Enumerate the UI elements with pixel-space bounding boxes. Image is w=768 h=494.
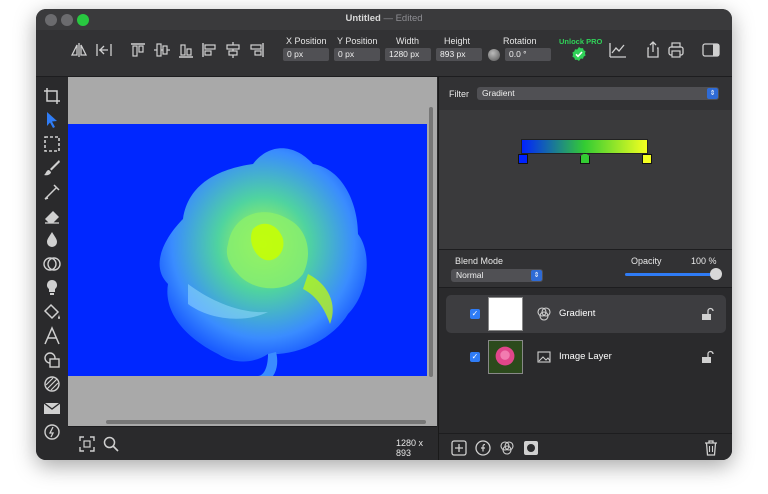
image-dimensions: 1280 x 893 bbox=[396, 438, 424, 458]
inspector-panel: Filter Gradient ⇕ Blend Mode Normal ⇕ Op… bbox=[438, 77, 732, 460]
chevron-updown-icon: ⇕ bbox=[531, 270, 542, 281]
rotation-knob[interactable] bbox=[488, 49, 500, 61]
clone-tool-icon[interactable] bbox=[42, 254, 62, 274]
gradient-stop-blue[interactable] bbox=[518, 154, 528, 164]
unlocked-padlock-icon[interactable] bbox=[700, 350, 714, 364]
tools-panel bbox=[36, 77, 68, 460]
filter-select[interactable]: Gradient ⇕ bbox=[477, 87, 719, 100]
filter-label: Filter bbox=[449, 89, 469, 99]
add-mask-icon[interactable] bbox=[523, 440, 539, 456]
layer-row-image[interactable]: ✓ Image Layer bbox=[446, 338, 726, 376]
blend-panel: Blend Mode Normal ⇕ Opacity 100 % bbox=[439, 250, 732, 288]
edited-image bbox=[68, 124, 427, 376]
flip-vertical-icon[interactable] bbox=[94, 40, 114, 60]
height-label: Height bbox=[444, 36, 471, 46]
opacity-label: Opacity bbox=[631, 256, 662, 266]
eraser-tool-icon[interactable] bbox=[42, 206, 62, 226]
gradient-editor bbox=[439, 110, 732, 250]
layer-thumbnail bbox=[488, 297, 523, 331]
canvas-status-bar: 1280 x 893 bbox=[68, 426, 458, 460]
sidebar-toggle-icon[interactable] bbox=[701, 40, 721, 60]
histogram-chart-icon[interactable] bbox=[608, 40, 628, 60]
align-left-icon[interactable] bbox=[199, 40, 219, 60]
chevron-updown-icon: ⇕ bbox=[707, 88, 718, 99]
filter-layer-icon bbox=[537, 307, 551, 321]
unlock-pro-badge-icon[interactable] bbox=[571, 46, 587, 62]
crop-tool-icon[interactable] bbox=[42, 86, 62, 106]
layer-name: Gradient bbox=[559, 308, 596, 319]
opacity-slider-knob[interactable] bbox=[710, 268, 722, 280]
fit-to-screen-icon[interactable] bbox=[78, 435, 96, 453]
share-icon[interactable] bbox=[643, 40, 663, 60]
filter-header: Filter Gradient ⇕ bbox=[439, 77, 732, 110]
unlock-pro-label[interactable]: Unlock PRO bbox=[559, 37, 602, 46]
gradient-stop-yellow[interactable] bbox=[642, 154, 652, 164]
blend-mode-select[interactable]: Normal ⇕ bbox=[451, 269, 543, 282]
width-label: Width bbox=[396, 36, 420, 46]
align-right-icon[interactable] bbox=[247, 40, 267, 60]
pen-tool-icon[interactable] bbox=[42, 182, 62, 202]
zoom-magnifier-icon[interactable] bbox=[102, 435, 120, 453]
window-title: Untitled — Edited bbox=[36, 13, 732, 24]
select-arrow-tool-icon[interactable] bbox=[42, 110, 62, 130]
add-filter-icon[interactable] bbox=[475, 440, 491, 456]
layer-visibility-checkbox[interactable]: ✓ bbox=[470, 309, 480, 319]
layers-list: ✓ Gradient ✓ Image Layer bbox=[439, 288, 732, 433]
layer-name: Image Layer bbox=[559, 351, 612, 362]
height-field[interactable]: 893 px bbox=[436, 48, 482, 61]
x-position-field[interactable]: 0 px bbox=[283, 48, 329, 61]
unlocked-padlock-icon[interactable] bbox=[700, 307, 714, 321]
layer-visibility-checkbox[interactable]: ✓ bbox=[470, 352, 480, 362]
align-bottom-icon[interactable] bbox=[176, 40, 196, 60]
gradient-bar[interactable] bbox=[521, 139, 648, 154]
toolbar: X Position 0 px Y Position 0 px Width 12… bbox=[36, 30, 732, 77]
opacity-value: 100 % bbox=[691, 256, 717, 266]
layers-toolbar bbox=[439, 433, 732, 460]
window-title-text: Untitled bbox=[345, 13, 381, 24]
opacity-slider[interactable] bbox=[625, 273, 717, 276]
y-position-field[interactable]: 0 px bbox=[334, 48, 380, 61]
plugin-tool-icon[interactable] bbox=[42, 422, 62, 442]
add-effect-icon[interactable] bbox=[499, 440, 515, 456]
canvas-area[interactable] bbox=[68, 77, 437, 426]
canvas-horizontal-scrollbar[interactable] bbox=[106, 420, 426, 424]
layer-thumbnail bbox=[488, 340, 523, 374]
filter-selected-value: Gradient bbox=[482, 88, 515, 98]
title-bar: Untitled — Edited bbox=[36, 9, 732, 30]
print-icon[interactable] bbox=[666, 40, 686, 60]
marquee-selection-tool-icon[interactable] bbox=[42, 134, 62, 154]
blend-mode-value: Normal bbox=[456, 270, 484, 280]
align-top-icon[interactable] bbox=[128, 40, 148, 60]
trash-icon[interactable] bbox=[703, 439, 719, 456]
rotation-label: Rotation bbox=[503, 36, 537, 46]
gradient-tool-icon[interactable] bbox=[42, 374, 62, 394]
rotation-field[interactable]: 0.0 ° bbox=[505, 48, 551, 61]
light-bulb-tool-icon[interactable] bbox=[42, 278, 62, 298]
align-center-vertical-icon[interactable] bbox=[152, 40, 172, 60]
window-title-suffix: — Edited bbox=[383, 13, 423, 24]
image-layer-icon bbox=[537, 350, 551, 364]
rose-image bbox=[68, 124, 427, 376]
y-position-label: Y Position bbox=[337, 36, 378, 46]
flip-horizontal-icon[interactable] bbox=[69, 40, 89, 60]
text-tool-icon[interactable] bbox=[42, 326, 62, 346]
blend-mode-label: Blend Mode bbox=[455, 256, 504, 266]
mail-share-tool-icon[interactable] bbox=[42, 398, 62, 418]
width-field[interactable]: 1280 px bbox=[385, 48, 431, 61]
app-window: Untitled — Edited X Position 0 px Y Posi… bbox=[36, 9, 732, 460]
layer-row-gradient[interactable]: ✓ Gradient bbox=[446, 295, 726, 333]
paint-bucket-tool-icon[interactable] bbox=[42, 302, 62, 322]
canvas-vertical-scrollbar[interactable] bbox=[429, 107, 433, 377]
brush-tool-icon[interactable] bbox=[42, 158, 62, 178]
gradient-stop-green[interactable] bbox=[580, 153, 590, 164]
add-layer-icon[interactable] bbox=[451, 440, 467, 456]
shapes-tool-icon[interactable] bbox=[42, 350, 62, 370]
align-center-horizontal-icon[interactable] bbox=[223, 40, 243, 60]
x-position-label: X Position bbox=[286, 36, 327, 46]
blur-drop-tool-icon[interactable] bbox=[42, 230, 62, 250]
